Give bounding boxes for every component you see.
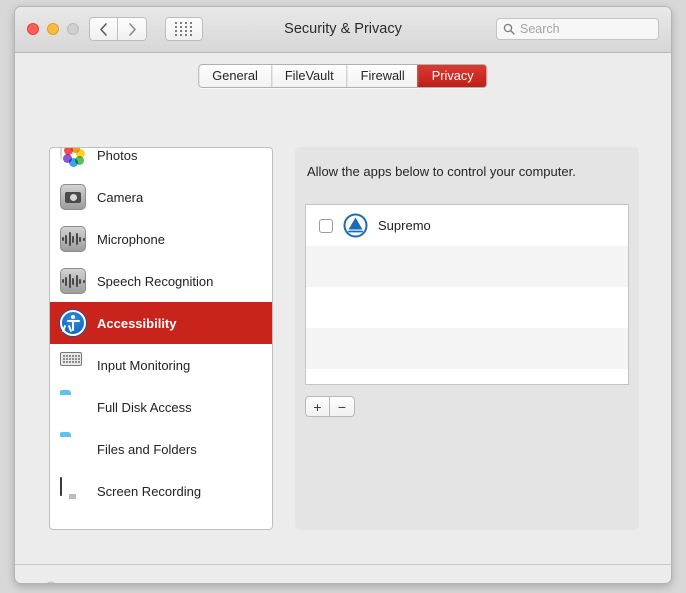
window-footer: Click the lock to prevent further change… [15,564,671,583]
photos-icon [60,148,86,168]
folder-icon [60,436,86,462]
sidebar-item-label: Files and Folders [97,441,197,457]
tab-firewall[interactable]: Firewall [346,65,418,87]
sidebar-item-label: Input Monitoring [97,357,191,373]
supremo-icon [343,213,368,238]
tab-privacy[interactable]: Privacy [417,65,487,87]
microphone-icon [60,226,86,252]
app-checkbox[interactable] [319,218,333,233]
sidebar-item-input-monitoring[interactable]: Input Monitoring [50,344,272,386]
sidebar-item-label: Microphone [97,231,165,247]
allowed-apps-list[interactable]: Supremo [305,204,629,385]
search-field[interactable]: Search [496,18,659,40]
sidebar-item-screen-recording[interactable]: Screen Recording [50,470,272,512]
search-placeholder: Search [520,22,560,36]
table-row-empty [306,246,628,287]
tab-bar: General FileVault Firewall Privacy [15,53,671,101]
accessibility-icon [60,310,86,336]
speech-waveform-icon [60,268,86,294]
sidebar-item-label: Accessibility [97,315,177,331]
privacy-content: Photos Camera Microphone Speech Recognit… [15,101,671,564]
sidebar-item-label: Screen Recording [97,483,202,499]
privacy-category-list[interactable]: Photos Camera Microphone Speech Recognit… [49,147,273,530]
sidebar-item-accessibility[interactable]: Accessibility [50,302,272,344]
tab-general[interactable]: General [199,65,271,87]
sidebar-item-speech-recognition[interactable]: Speech Recognition [50,260,272,302]
sidebar-item-camera[interactable]: Camera [50,176,272,218]
sidebar-item-label: Full Disk Access [97,399,192,415]
sidebar-item-label: Photos [97,147,138,163]
sidebar-item-full-disk-access[interactable]: Full Disk Access [50,386,272,428]
add-remove-buttons: + − [305,396,355,417]
display-icon [60,477,86,504]
table-row-empty [306,369,628,384]
panel-description: Allow the apps below to control your com… [307,164,576,179]
camera-icon [60,184,86,210]
keyboard-icon [60,352,86,378]
unlocked-padlock-icon[interactable] [35,579,63,583]
folder-icon [60,394,86,420]
add-app-button[interactable]: + [305,396,330,417]
table-row-empty [306,287,628,328]
sidebar-item-microphone[interactable]: Microphone [50,218,272,260]
sidebar-item-files-and-folders[interactable]: Files and Folders [50,428,272,470]
lock-area[interactable]: Click the lock to prevent further change… [35,579,312,583]
table-row[interactable]: Supremo [306,205,628,246]
system-preferences-window: Security & Privacy Search General FileVa… [14,6,672,584]
sidebar-item-label: Speech Recognition [97,273,214,289]
app-name: Supremo [378,218,431,233]
sidebar-item-label: Camera [97,189,144,205]
search-icon [503,23,515,35]
sidebar-item-photos[interactable]: Photos [50,147,272,176]
remove-app-button[interactable]: − [330,396,355,417]
window-titlebar: Security & Privacy Search [15,7,671,53]
app-permissions-panel: Allow the apps below to control your com… [295,147,639,530]
tab-filevault[interactable]: FileVault [270,65,347,87]
table-row-empty [306,328,628,369]
